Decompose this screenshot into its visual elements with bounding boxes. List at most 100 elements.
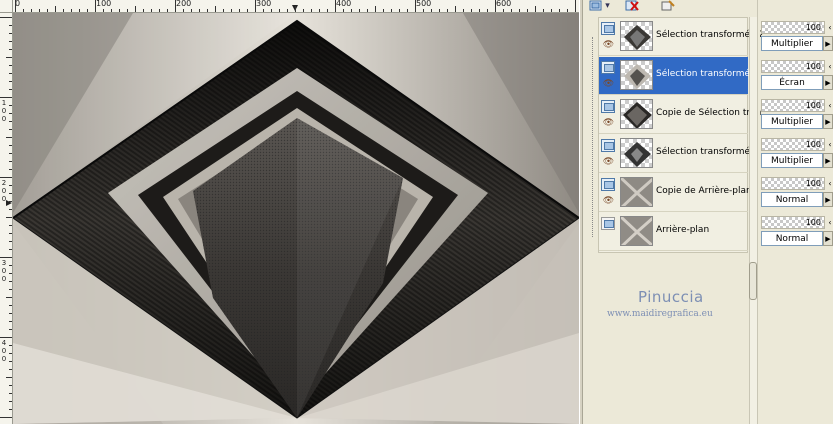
layer-row[interactable]: 👁 Sélection transformée bbox=[599, 57, 756, 95]
play-arrow-icon[interactable]: ▶ bbox=[823, 192, 833, 207]
layer-properties: 100 ‹ Multiplier ▶ bbox=[761, 96, 833, 134]
blend-mode-select[interactable]: Multiplier bbox=[761, 114, 823, 129]
chevron-left-icon[interactable]: ‹ bbox=[827, 60, 833, 73]
ruler-tick bbox=[9, 249, 12, 250]
raster-layer-icon bbox=[601, 61, 615, 74]
layer-properties-icon[interactable] bbox=[661, 0, 675, 11]
ruler-tick bbox=[79, 9, 80, 12]
raster-layer-icon bbox=[601, 139, 615, 152]
play-arrow-icon[interactable]: ▶ bbox=[823, 36, 833, 51]
ruler-tick bbox=[63, 9, 64, 12]
layer-properties: 100 ‹ Écran ▶ bbox=[761, 57, 833, 95]
layer-properties: 100 ‹ Multiplier ▶ bbox=[761, 135, 833, 173]
ruler-tick bbox=[375, 6, 376, 12]
blend-mode-select[interactable]: Multiplier bbox=[761, 153, 823, 168]
ruler-tick bbox=[111, 9, 112, 12]
opacity-slider[interactable]: 100 bbox=[761, 21, 825, 34]
splitter[interactable] bbox=[579, 0, 583, 424]
raster-layer-icon bbox=[601, 178, 615, 191]
blend-mode-select[interactable]: Écran bbox=[761, 75, 823, 90]
ruler-left: 1 0 0 2 0 0 3 0 0 4 0 0 bbox=[0, 13, 13, 424]
ruler-tick bbox=[95, 0, 96, 12]
ruler-tick bbox=[319, 9, 320, 12]
ruler-tick bbox=[9, 281, 12, 282]
ruler-tick bbox=[9, 129, 12, 130]
ruler-tick bbox=[359, 9, 360, 12]
ruler-tick bbox=[351, 9, 352, 12]
eye-icon[interactable]: 👁 bbox=[601, 196, 616, 206]
new-layer-icon[interactable] bbox=[588, 0, 602, 11]
eye-icon[interactable]: 👁 bbox=[601, 40, 616, 50]
delete-layer-icon[interactable] bbox=[625, 0, 639, 11]
play-arrow-icon[interactable]: ▶ bbox=[823, 75, 833, 90]
ruler-tick bbox=[255, 0, 256, 12]
ruler-corner bbox=[0, 0, 13, 13]
ruler-tick bbox=[9, 41, 12, 42]
ruler-tick bbox=[503, 9, 504, 12]
opacity-slider[interactable]: 100 bbox=[761, 99, 825, 112]
layer-thumbnail bbox=[620, 21, 653, 51]
ruler-tick bbox=[9, 369, 12, 370]
chevron-left-icon[interactable]: ‹ bbox=[827, 21, 833, 34]
chevron-left-icon[interactable]: ‹ bbox=[827, 138, 833, 151]
layers-scrollbar[interactable] bbox=[749, 17, 757, 424]
ruler-tick bbox=[575, 0, 576, 12]
ruler-tick bbox=[207, 9, 208, 12]
ruler-tick bbox=[0, 17, 12, 18]
image-canvas[interactable] bbox=[13, 13, 579, 424]
ruler-label: 200 bbox=[176, 0, 192, 8]
play-arrow-icon[interactable]: ▶ bbox=[823, 153, 833, 168]
ruler-tick bbox=[327, 9, 328, 12]
ruler-label: 100 bbox=[96, 0, 112, 8]
ruler-tick bbox=[9, 321, 12, 322]
chevron-left-icon[interactable]: ‹ bbox=[827, 99, 833, 112]
ruler-tick bbox=[23, 9, 24, 12]
scrollbar-thumb[interactable] bbox=[749, 262, 757, 300]
eye-icon[interactable]: 👁 bbox=[601, 157, 616, 167]
chevron-down-icon[interactable]: ▾ bbox=[603, 0, 612, 11]
ruler-tick bbox=[9, 185, 12, 186]
ruler-tick bbox=[9, 273, 12, 274]
ruler-tick bbox=[407, 9, 408, 12]
ruler-tick bbox=[9, 393, 12, 394]
chevron-left-icon[interactable]: ‹ bbox=[827, 177, 833, 190]
layer-row[interactable]: 👁 Sélection transformée 2 bbox=[599, 18, 764, 56]
ruler-tick bbox=[0, 257, 12, 258]
ruler-tick bbox=[9, 49, 12, 50]
ruler-tick bbox=[167, 9, 168, 12]
ruler-tick bbox=[31, 9, 32, 12]
layer-properties: 100 ‹ Multiplier ▶ bbox=[761, 18, 833, 56]
layer-thumbnail bbox=[620, 216, 653, 246]
ruler-tick bbox=[335, 0, 336, 12]
opacity-slider[interactable]: 100 bbox=[761, 60, 825, 73]
layer-row[interactable]: Arrière-plan bbox=[599, 213, 748, 251]
ruler-tick bbox=[47, 9, 48, 12]
properties-separator bbox=[757, 0, 760, 424]
layers-toolbar: ▾ bbox=[585, 0, 755, 15]
eye-icon[interactable]: 👁 bbox=[601, 79, 616, 89]
ruler-tick bbox=[263, 9, 264, 12]
layer-row[interactable]: 👁 Copie de Sélection tran bbox=[599, 96, 761, 134]
eye-icon[interactable]: 👁 bbox=[601, 118, 616, 128]
play-arrow-icon[interactable]: ▶ bbox=[823, 114, 833, 129]
ruler-tick bbox=[0, 337, 12, 338]
ruler-label: 0 bbox=[1, 107, 7, 115]
ruler-tick bbox=[9, 113, 12, 114]
chevron-left-icon[interactable]: ‹ bbox=[827, 216, 833, 229]
play-arrow-icon[interactable]: ▶ bbox=[823, 231, 833, 246]
blend-mode-select[interactable]: Normal bbox=[761, 231, 823, 246]
ruler-tick bbox=[287, 9, 288, 12]
layer-row[interactable]: 👁 Copie de Arrière-plan bbox=[599, 174, 752, 212]
ruler-label: 3 bbox=[1, 259, 7, 267]
ruler-label: 0 bbox=[1, 115, 7, 123]
ruler-label: 0 bbox=[1, 355, 7, 363]
opacity-slider[interactable]: 100 bbox=[761, 177, 825, 190]
ruler-tick bbox=[9, 105, 12, 106]
opacity-slider[interactable]: 100 bbox=[761, 138, 825, 151]
layer-row[interactable]: 👁 Sélection transformée bbox=[599, 135, 756, 173]
blend-mode-select[interactable]: Normal bbox=[761, 192, 823, 207]
ruler-tick bbox=[175, 0, 176, 12]
opacity-slider[interactable]: 100 bbox=[761, 216, 825, 229]
blend-mode-select[interactable]: Multiplier bbox=[761, 36, 823, 51]
layer-thumbnail bbox=[620, 138, 653, 168]
